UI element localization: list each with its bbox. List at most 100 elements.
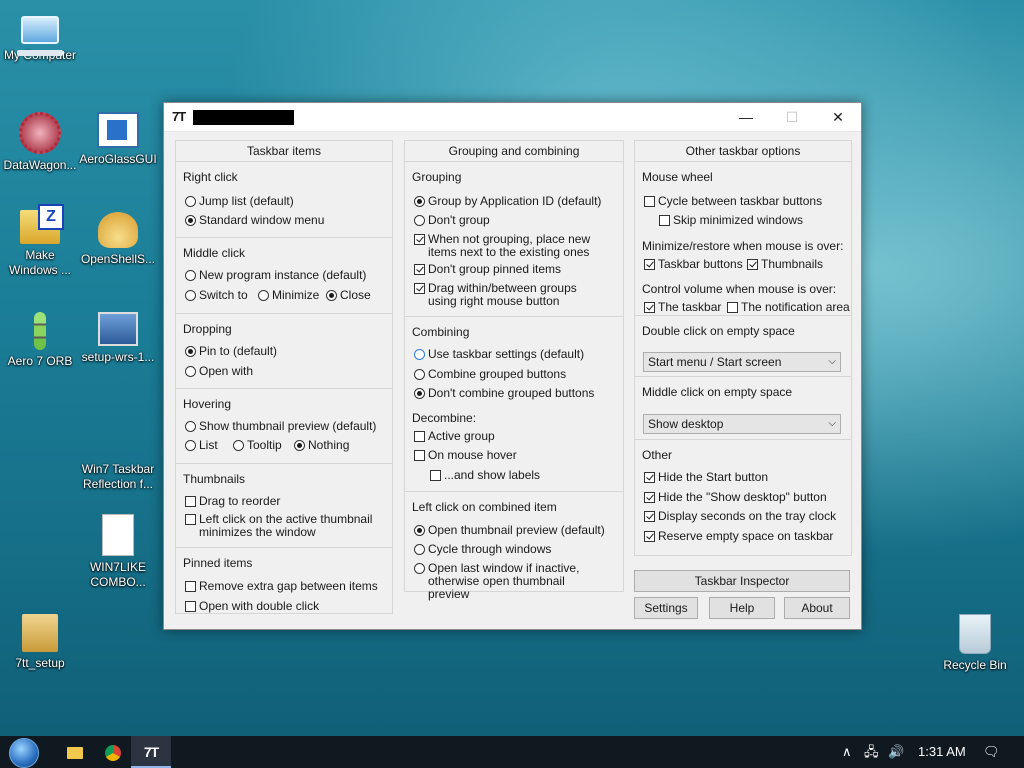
computer-icon (17, 16, 63, 56)
radio-use-taskbar-settings[interactable]: Use taskbar settings (default) (414, 348, 584, 361)
radio-group-by-app-id[interactable]: Group by Application ID (default) (414, 195, 601, 208)
check-on-mouse-hover[interactable]: On mouse hover (414, 449, 517, 462)
shell-icon (98, 212, 138, 248)
double-click-section: Double click on empty space Start menu /… (635, 315, 851, 376)
desktop-icon-aero7orb[interactable]: Aero 7 ORB (0, 312, 80, 369)
middle-click-empty-section: Middle click on empty space Show desktop… (635, 376, 851, 437)
tray-clock[interactable]: 1:31 AM (918, 736, 966, 768)
check-the-taskbar[interactable]: The taskbar (644, 301, 721, 314)
close-button[interactable]: ✕ (815, 103, 861, 131)
help-button[interactable]: Help (709, 597, 775, 619)
start-button[interactable] (4, 737, 44, 768)
radio-combine-grouped[interactable]: Combine grouped buttons (414, 368, 566, 381)
check-skip-minimized[interactable]: Skip minimized windows (659, 214, 803, 227)
thumbnails-section: Thumbnails Drag to reorder Left click on… (176, 463, 392, 548)
radio-jump-list[interactable]: Jump list (default) (185, 195, 294, 208)
radio-cycle-windows[interactable]: Cycle through windows (414, 543, 551, 556)
check-notification-area[interactable]: The notification area (727, 301, 850, 314)
other-options-group: Other taskbar options Mouse wheel Cycle … (634, 140, 852, 556)
7tt-taskbar-button[interactable]: 7T (131, 736, 171, 768)
chrome-icon[interactable] (93, 736, 133, 768)
window-icon (97, 112, 139, 148)
radio-nothing[interactable]: Nothing (294, 439, 349, 452)
right-click-section: Right click Jump list (default) Standard… (176, 162, 392, 240)
desktop-icon-datawagon[interactable]: DataWagon... (0, 112, 80, 173)
file-explorer-icon[interactable] (55, 736, 95, 768)
desktop-icon-recycle-bin[interactable]: Recycle Bin (935, 614, 1015, 673)
taskbar-items-group: Taskbar items Right click Jump list (def… (175, 140, 393, 614)
combining-section: Combining Use taskbar settings (default)… (405, 316, 623, 487)
setup-icon (98, 312, 138, 346)
radio-open-thumbnail-preview[interactable]: Open thumbnail preview (default) (414, 524, 605, 537)
check-show-labels[interactable]: ...and show labels (430, 469, 540, 482)
notification-center-icon[interactable]: 🗨 (983, 736, 1000, 768)
zip-icon (20, 204, 64, 244)
hovering-section: Hovering Show thumbnail preview (default… (176, 388, 392, 463)
check-display-seconds[interactable]: Display seconds on the tray clock (644, 510, 836, 523)
desktop-icon-setup-wrs[interactable]: setup-wrs-1... (78, 312, 158, 365)
settings-button[interactable]: Settings (634, 597, 698, 619)
volume-icon[interactable]: 🔊 (888, 736, 904, 768)
about-button[interactable]: About (784, 597, 850, 619)
show-hidden-icons-chevron[interactable]: ∧ (842, 736, 852, 768)
windows-orb-icon (9, 738, 39, 768)
check-thumbnails[interactable]: Thumbnails (747, 258, 823, 271)
radio-standard-window-menu[interactable]: Standard window menu (185, 214, 324, 227)
title-bar[interactable]: 7T — ☐ ✕ (164, 103, 861, 132)
radio-list[interactable]: List (185, 439, 218, 452)
radio-switch-to[interactable]: Switch to (185, 289, 248, 302)
radio-minimize[interactable]: Minimize (258, 289, 319, 302)
installer-icon (22, 614, 58, 652)
settings-window: 7T — ☐ ✕ Taskbar items Right click Jump … (163, 102, 862, 630)
radio-close[interactable]: Close (326, 289, 371, 302)
check-cycle-taskbar-buttons[interactable]: Cycle between taskbar buttons (644, 195, 822, 208)
radio-pin-to[interactable]: Pin to (default) (185, 345, 277, 358)
section-label: Right click (183, 170, 238, 184)
maximize-button[interactable]: ☐ (769, 103, 815, 131)
check-hide-show-desktop[interactable]: Hide the "Show desktop" button (644, 491, 827, 504)
check-taskbar-buttons[interactable]: Taskbar buttons (644, 258, 743, 271)
desktop-icon-7tt-setup[interactable]: 7tt_setup (0, 614, 80, 671)
check-open-double-click[interactable]: Open with double click (185, 600, 319, 613)
file-icon (102, 514, 134, 556)
radio-open-with[interactable]: Open with (185, 365, 253, 378)
desktop-icon-aeroglassgui[interactable]: AeroGlassGUI (78, 112, 158, 167)
desktop-icon-my-computer[interactable]: My Computer (0, 10, 80, 63)
dropping-section: Dropping Pin to (default) Open with (176, 313, 392, 388)
desktop-icon-win7like[interactable]: WIN7LIKE COMBO... (78, 514, 158, 590)
chevron-down-icon: ⌵ (828, 418, 836, 429)
middle-click-dropdown[interactable]: Show desktop ⌵ (643, 414, 841, 434)
network-icon[interactable]: 🖧 (864, 736, 879, 768)
other-section: Other Hide the Start button Hide the "Sh… (635, 439, 851, 554)
chevron-down-icon: ⌵ (828, 356, 836, 367)
radio-new-instance[interactable]: New program instance (default) (185, 269, 366, 282)
desktop-icon-make-windows[interactable]: Make Windows ... (0, 204, 80, 278)
double-click-dropdown[interactable]: Start menu / Start screen ⌵ (643, 352, 841, 372)
check-active-group[interactable]: Active group (414, 430, 495, 443)
grouping-combining-group: Grouping and combining Grouping Group by… (404, 140, 624, 601)
radio-open-last-window[interactable]: Open last window if inactive, otherwise … (414, 562, 604, 601)
recycle-bin-icon (959, 614, 991, 654)
group-title: Taskbar items (176, 141, 392, 162)
orb-icon (34, 312, 46, 350)
radio-tooltip[interactable]: Tooltip (233, 439, 282, 452)
taskbar-inspector-button[interactable]: Taskbar Inspector (634, 570, 850, 592)
check-left-click-minimizes[interactable]: Left click on the active thumbnail minim… (185, 513, 380, 539)
check-reserve-space[interactable]: Reserve empty space on taskbar (644, 530, 833, 543)
mouse-wheel-section: Mouse wheel Cycle between taskbar button… (642, 170, 850, 314)
check-hide-start-button[interactable]: Hide the Start button (644, 471, 768, 484)
desktop-icon-openshell[interactable]: OpenShellS... (78, 212, 158, 267)
check-place-next-to-existing[interactable]: When not grouping, place new items next … (414, 233, 594, 259)
minimize-button[interactable]: — (723, 103, 769, 131)
desktop-icon-win7-reflection[interactable]: Win7 Taskbar Reflection f... (78, 462, 158, 492)
check-dont-group-pinned[interactable]: Don't group pinned items (414, 263, 561, 276)
radio-show-thumbnail[interactable]: Show thumbnail preview (default) (185, 420, 376, 433)
grouping-section: Grouping Group by Application ID (defaul… (412, 170, 602, 308)
left-click-combined-section: Left click on combined item Open thumbna… (405, 491, 623, 601)
radio-dont-group[interactable]: Don't group (414, 214, 490, 227)
check-drag-within-groups[interactable]: Drag within/between groups using right m… (414, 282, 589, 308)
app-icon: 7T (172, 109, 186, 124)
radio-dont-combine-grouped[interactable]: Don't combine grouped buttons (414, 387, 594, 400)
check-remove-gap[interactable]: Remove extra gap between items (185, 580, 378, 593)
check-drag-reorder[interactable]: Drag to reorder (185, 495, 280, 508)
